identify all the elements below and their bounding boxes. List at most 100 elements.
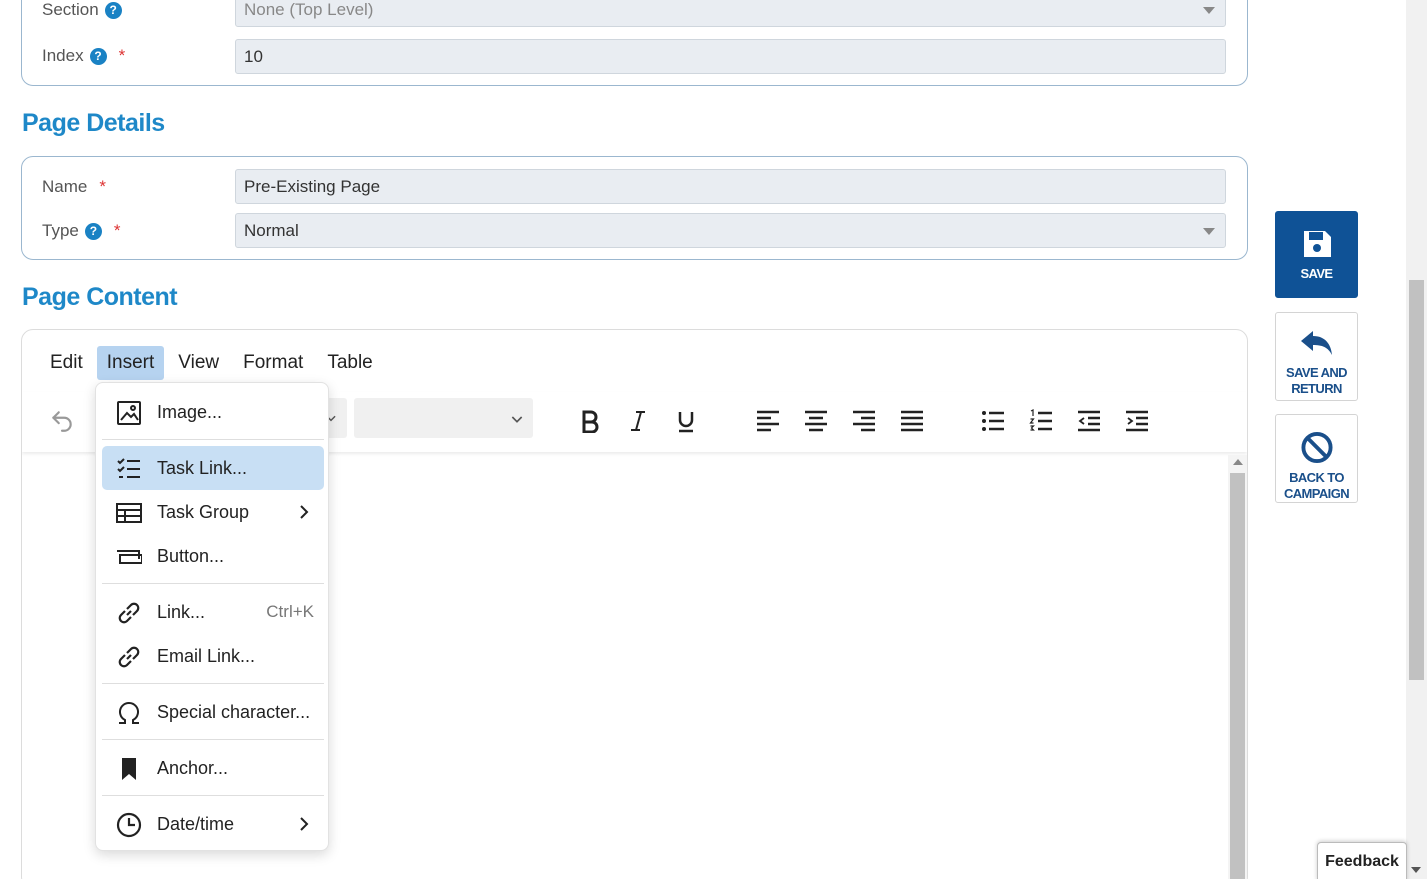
editor-menubar: Edit Insert View Format Table	[40, 346, 387, 380]
bookmark-icon	[122, 758, 136, 780]
editor-scrollbar[interactable]	[1228, 455, 1247, 879]
chevron-right-icon	[300, 817, 309, 831]
italic-icon[interactable]	[622, 402, 654, 440]
chevron-down-icon	[1203, 228, 1215, 235]
shortcut-hint: Ctrl+K	[266, 602, 314, 621]
page-scroll-thumb[interactable]	[1409, 280, 1424, 680]
scroll-up-icon[interactable]	[1233, 459, 1243, 465]
type-select[interactable]: Normal	[235, 213, 1226, 248]
menu-item-special-character[interactable]: Special character...	[102, 690, 324, 734]
page-content-heading: Page Content	[22, 283, 178, 311]
save-icon	[1303, 231, 1331, 257]
type-label: Type ? *	[42, 221, 120, 241]
index-label-text: Index	[42, 46, 84, 65]
menu-item-task-group[interactable]: Task Group	[102, 490, 324, 534]
required-marker: *	[113, 221, 121, 240]
menu-item-label: Date/time	[157, 813, 235, 834]
table-icon	[116, 503, 142, 523]
chevron-down-icon	[1203, 7, 1215, 14]
menu-item-label: Task Link...	[157, 457, 248, 478]
numbered-list-icon[interactable]	[1025, 402, 1057, 440]
page: Section ? None (Top Level) Index ? * 10 …	[0, 0, 1427, 879]
menu-table[interactable]: Table	[317, 346, 382, 380]
help-icon[interactable]: ?	[89, 47, 107, 65]
menu-item-image[interactable]: Image...	[102, 390, 324, 434]
task-list-icon	[117, 458, 140, 478]
menu-divider	[102, 683, 324, 684]
name-label: Name *	[42, 177, 106, 197]
index-input[interactable]: 10	[235, 39, 1226, 74]
section-row: Section ? None (Top Level)	[22, 0, 1247, 28]
scroll-down-icon[interactable]	[1411, 867, 1421, 873]
name-input-value: Pre-Existing Page	[244, 177, 381, 196]
indent-icon[interactable]	[1121, 402, 1153, 440]
menu-divider	[102, 739, 324, 740]
outdent-icon[interactable]	[1073, 402, 1105, 440]
menu-item-label: Anchor...	[157, 757, 229, 778]
name-label-text: Name	[42, 177, 88, 196]
menu-item-anchor[interactable]: Anchor...	[102, 746, 324, 790]
insert-dropdown-menu: Image... Task Link... Task Group Button.…	[95, 382, 329, 851]
bullet-list-icon[interactable]	[977, 402, 1009, 440]
section-select-value: None (Top Level)	[244, 0, 374, 19]
reply-icon	[1300, 331, 1332, 355]
save-label: SAVE	[1300, 266, 1333, 281]
type-row: Type ? * Normal	[22, 213, 1247, 249]
page-details-panel: Name * Pre-Existing Page Type ? * Normal	[21, 156, 1248, 260]
save-and-return-button[interactable]: SAVE AND RETURN	[1275, 312, 1358, 401]
omega-icon	[119, 701, 139, 724]
back-to-campaign-label-line1: BACK TO	[1289, 470, 1344, 485]
menu-edit[interactable]: Edit	[40, 346, 93, 380]
feedback-button[interactable]: Feedback	[1317, 842, 1407, 879]
clock-icon	[116, 812, 142, 838]
save-and-return-label-line2: RETURN	[1291, 381, 1342, 396]
menu-divider	[102, 795, 324, 796]
link-icon	[118, 646, 140, 668]
menu-insert[interactable]: Insert	[96, 346, 165, 380]
ban-icon	[1300, 431, 1333, 464]
bold-icon[interactable]	[574, 402, 606, 440]
align-justify-icon[interactable]	[896, 402, 928, 440]
index-input-value: 10	[244, 47, 263, 66]
page-scrollbar[interactable]	[1406, 0, 1427, 879]
align-left-icon[interactable]	[752, 402, 784, 440]
index-row: Index ? * 10	[22, 38, 1247, 74]
editor-scroll-thumb[interactable]	[1230, 473, 1245, 879]
menu-item-date-time[interactable]: Date/time	[102, 802, 324, 846]
help-icon[interactable]: ?	[104, 1, 122, 19]
name-row: Name * Pre-Existing Page	[22, 169, 1247, 205]
menu-item-label: Button...	[157, 545, 225, 566]
save-button[interactable]: SAVE	[1275, 211, 1358, 298]
page-details-heading: Page Details	[22, 109, 165, 137]
required-marker: *	[99, 177, 106, 196]
back-to-campaign-button[interactable]: BACK TO CAMPAIGN	[1275, 414, 1358, 503]
menu-divider	[102, 583, 324, 584]
underline-icon[interactable]	[670, 402, 702, 440]
name-input[interactable]: Pre-Existing Page	[235, 169, 1226, 204]
section-select[interactable]: None (Top Level)	[235, 0, 1226, 27]
menu-item-label: Link...	[157, 601, 206, 622]
menu-item-email-link[interactable]: Email Link...	[102, 634, 324, 678]
menu-item-label: Special character...	[157, 701, 311, 722]
menu-divider	[102, 439, 324, 440]
font-size-dropdown[interactable]	[354, 398, 533, 438]
chevron-right-icon	[300, 505, 309, 519]
menu-item-task-link[interactable]: Task Link...	[102, 446, 324, 490]
menu-item-link[interactable]: Link... Ctrl+K	[102, 590, 324, 634]
align-right-icon[interactable]	[848, 402, 880, 440]
link-icon	[118, 602, 140, 624]
top-settings-panel: Section ? None (Top Level) Index ? * 10	[21, 0, 1248, 86]
menu-item-label: Email Link...	[157, 645, 256, 666]
menu-item-label: Task Group	[157, 501, 250, 522]
back-to-campaign-label-line2: CAMPAIGN	[1283, 486, 1350, 501]
menu-item-label: Image...	[157, 401, 223, 422]
help-icon[interactable]: ?	[84, 222, 102, 240]
menu-format[interactable]: Format	[233, 346, 313, 380]
undo-icon[interactable]	[44, 402, 80, 440]
section-label-text: Section	[42, 0, 99, 19]
align-center-icon[interactable]	[800, 402, 832, 440]
required-marker: *	[118, 46, 126, 65]
menu-item-button[interactable]: Button...	[102, 534, 324, 578]
menu-view[interactable]: View	[168, 346, 229, 380]
section-label: Section ?	[42, 0, 122, 20]
